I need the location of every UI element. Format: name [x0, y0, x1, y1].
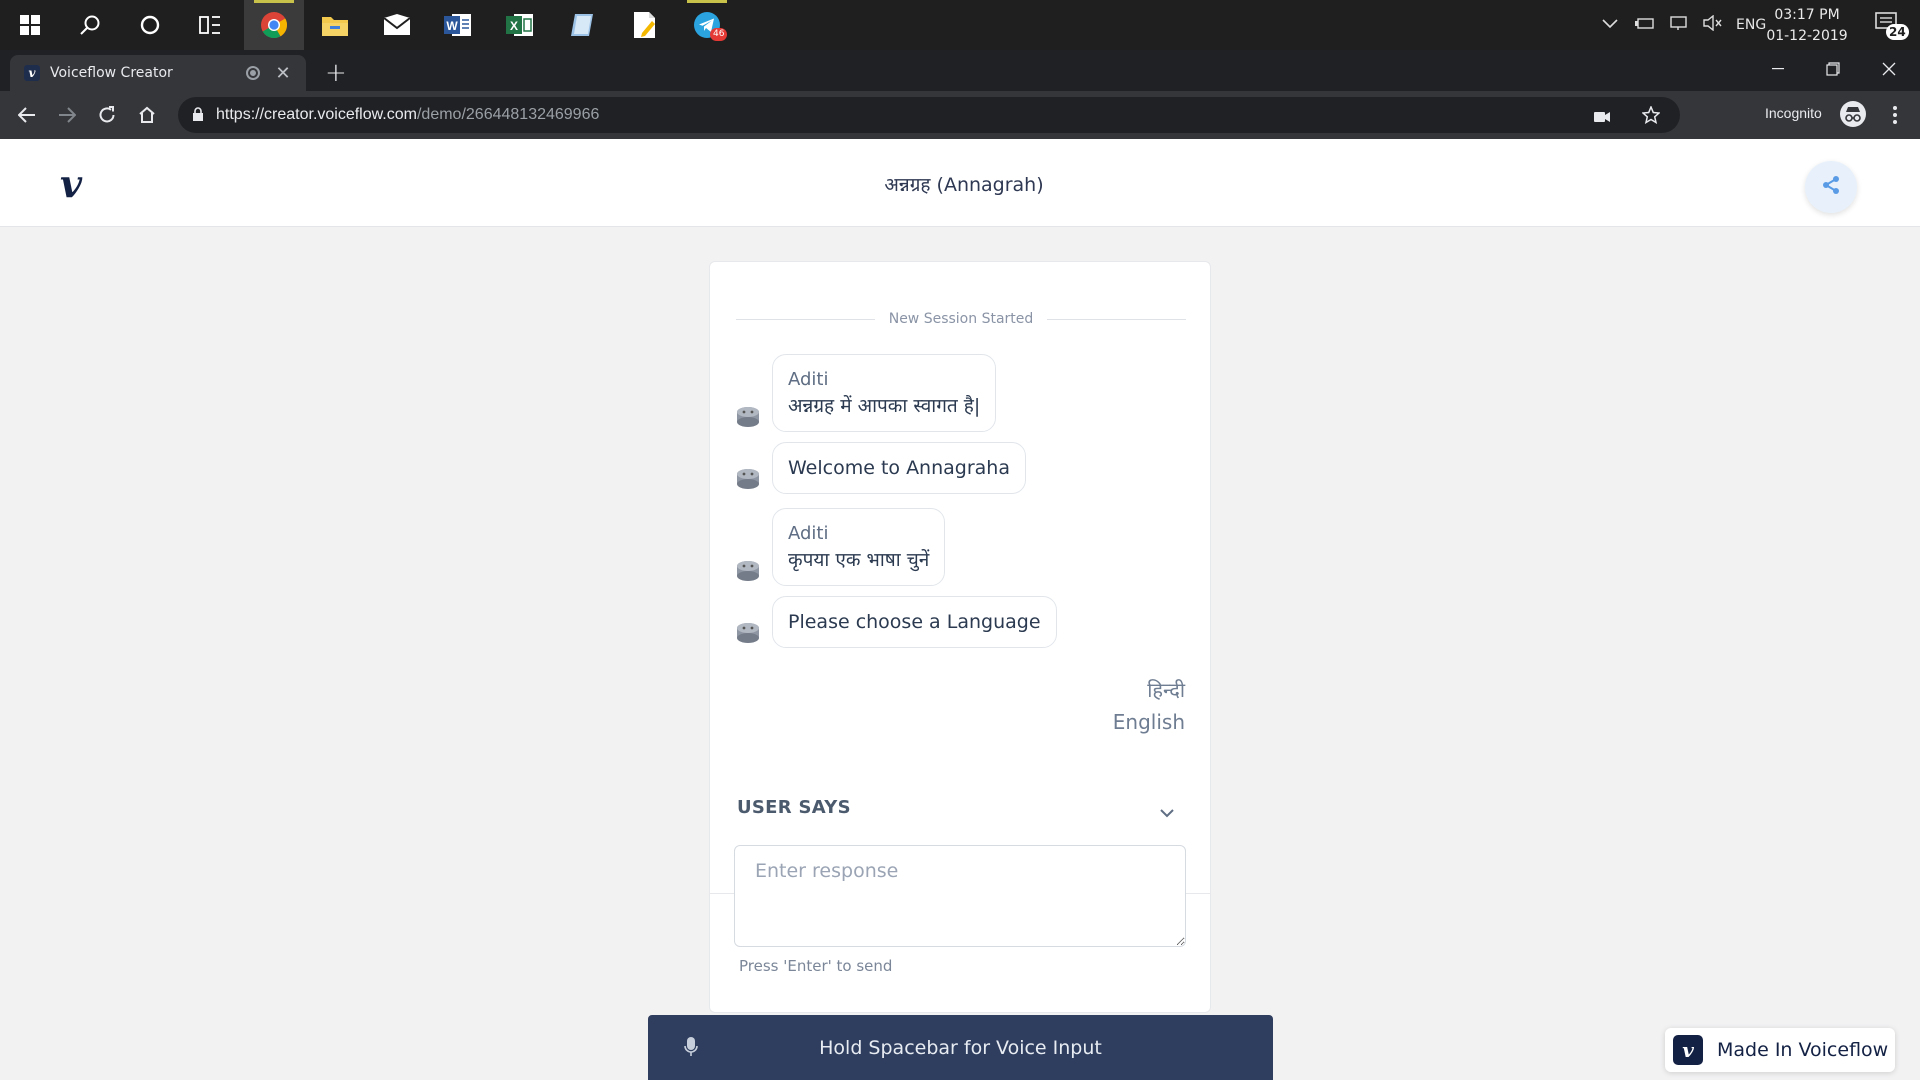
divider-line	[736, 318, 875, 320]
url-host: https://creator.voiceflow.com	[216, 106, 417, 123]
chevron-up-icon[interactable]	[1602, 17, 1618, 33]
telegram-badge: 46	[710, 28, 728, 41]
mail-icon[interactable]	[367, 0, 427, 50]
voiceflow-favicon-icon: v	[24, 65, 40, 81]
back-icon[interactable]	[12, 100, 42, 130]
address-bar[interactable]: https://creator.voiceflow.com/demo/26644…	[178, 97, 1680, 133]
start-icon[interactable]	[0, 0, 60, 50]
message-bubble: Welcome to Annagraha	[772, 442, 1026, 494]
reload-icon[interactable]	[92, 100, 122, 130]
divider-line	[1047, 318, 1186, 320]
bookmark-star-icon[interactable]	[1641, 105, 1661, 128]
message-speaker: Aditi	[788, 523, 829, 544]
svg-text:X: X	[510, 19, 518, 33]
message-text: अन्नग्रह में आपका स्वागत है|	[788, 395, 981, 417]
restore-button[interactable]	[1810, 54, 1856, 84]
user-says-label: USER SAYS	[737, 797, 851, 818]
voiceflow-logo-icon: v	[1673, 1035, 1703, 1065]
session-divider: New Session Started	[736, 311, 1186, 327]
telegram-icon[interactable]: 46	[677, 0, 737, 50]
assistant-message: Please choose a Language	[736, 596, 1057, 648]
assistant-avatar-icon	[736, 406, 760, 428]
message-speaker: Aditi	[788, 369, 829, 390]
recording-indicator-icon	[246, 66, 260, 80]
share-button[interactable]	[1805, 161, 1857, 213]
voice-input-label: Hold Spacebar for Voice Input	[819, 1036, 1102, 1059]
send-hint: Press 'Enter' to send	[739, 957, 893, 975]
word-icon[interactable]: W	[428, 0, 488, 50]
choice-english[interactable]: English	[1113, 710, 1185, 734]
chrome-icon[interactable]	[244, 0, 304, 50]
session-started-label: New Session Started	[888, 311, 1034, 327]
microphone-icon	[684, 1037, 698, 1061]
file-explorer-icon[interactable]	[305, 0, 365, 50]
assistant-avatar-icon	[736, 622, 760, 644]
message-text: Welcome to Annagraha	[788, 457, 1010, 479]
home-icon[interactable]	[132, 100, 162, 130]
assistant-message: Aditi अन्नग्रह में आपका स्वागत है|	[736, 354, 997, 432]
system-tray: ENG	[1602, 0, 1766, 50]
excel-icon[interactable]: X	[490, 0, 550, 50]
battery-icon[interactable]	[1634, 16, 1654, 34]
network-icon[interactable]	[1668, 15, 1688, 35]
chevron-down-icon[interactable]	[1159, 803, 1175, 822]
editor-icon[interactable]	[615, 0, 675, 50]
voice-input-bar[interactable]: Hold Spacebar for Voice Input	[648, 1015, 1273, 1080]
choice-hindi[interactable]: हिन्दी	[1147, 676, 1185, 703]
browser-tab[interactable]: v Voiceflow Creator ✕	[10, 55, 306, 91]
response-input[interactable]	[734, 845, 1186, 947]
windows-taskbar: W X 46 ENG 03:17 PM 01-12-2019 24	[0, 0, 1920, 50]
clock[interactable]: 03:17 PM 01-12-2019	[1762, 5, 1852, 47]
volume-muted-icon[interactable]	[1702, 14, 1722, 35]
project-title: अन्नग्रह (Annagrah)	[884, 174, 1044, 196]
share-icon	[1821, 175, 1841, 199]
close-window-button[interactable]	[1866, 54, 1912, 84]
search-icon[interactable]	[60, 0, 120, 50]
made-in-label: Made In Voiceflow	[1717, 1039, 1889, 1061]
clock-date: 01-12-2019	[1766, 28, 1848, 44]
app-header: v अन्नग्रह (Annagrah)	[0, 139, 1920, 227]
message-bubble: Please choose a Language	[772, 596, 1057, 648]
message-bubble: Aditi कृपया एक भाषा चुनें	[772, 508, 946, 586]
cortana-icon[interactable]	[120, 0, 180, 50]
assistant-message: Welcome to Annagraha	[736, 442, 1026, 494]
tab-close-icon[interactable]: ✕	[272, 63, 294, 84]
incognito-icon[interactable]	[1840, 101, 1866, 127]
assistant-avatar-icon	[736, 560, 760, 582]
url-path: /demo/266448132469966	[416, 106, 600, 123]
notification-count: 24	[1886, 24, 1909, 40]
minimize-button[interactable]	[1755, 54, 1801, 84]
incognito-label: Incognito	[1765, 105, 1822, 121]
assistant-avatar-icon	[736, 468, 760, 490]
lock-icon[interactable]	[192, 106, 204, 125]
made-in-voiceflow-badge[interactable]: v Made In Voiceflow	[1665, 1028, 1895, 1072]
new-tab-button[interactable]: +	[325, 58, 347, 88]
url-text[interactable]: https://creator.voiceflow.com/demo/26644…	[216, 106, 599, 124]
tab-title: Voiceflow Creator	[50, 65, 173, 81]
notification-center-icon[interactable]: 24	[1874, 10, 1909, 42]
clock-time: 03:17 PM	[1774, 7, 1840, 23]
message-bubble: Aditi अन्नग्रह में आपका स्वागत है|	[772, 354, 997, 432]
camera-icon[interactable]	[1594, 108, 1610, 127]
svg-text:W: W	[446, 19, 458, 33]
tab-strip: v Voiceflow Creator ✕	[0, 50, 1920, 91]
page-content: v अन्नग्रह (Annagrah) New Session Starte…	[0, 139, 1920, 1080]
message-text: Please choose a Language	[788, 611, 1041, 633]
more-menu-icon[interactable]	[1880, 100, 1910, 130]
browser-toolbar: https://creator.voiceflow.com/demo/26644…	[0, 91, 1920, 139]
assistant-message: Aditi कृपया एक भाषा चुनें	[736, 508, 946, 586]
notes-icon[interactable]	[552, 0, 612, 50]
forward-icon[interactable]	[52, 100, 82, 130]
message-text: कृपया एक भाषा चुनें	[788, 549, 930, 571]
task-view-icon[interactable]	[180, 0, 240, 50]
